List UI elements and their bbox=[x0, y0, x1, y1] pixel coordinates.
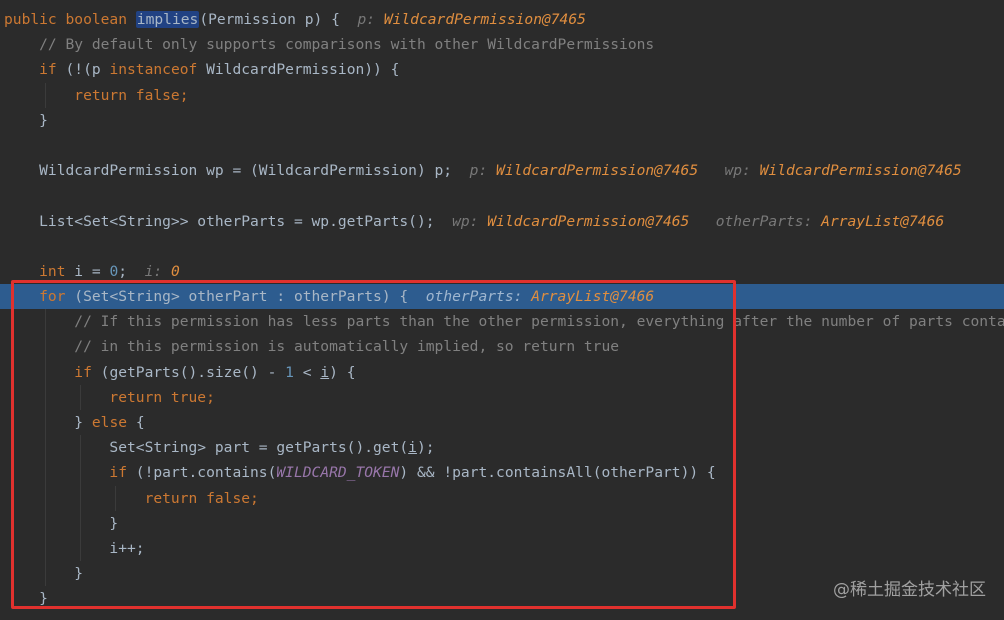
inline-hint-label: wp: bbox=[698, 162, 760, 180]
indent-guide bbox=[80, 485, 81, 511]
inline-hint-value: 0 bbox=[170, 262, 180, 280]
code-token: ) && !part.containsAll(otherPart)) { bbox=[399, 464, 716, 482]
code-token: (!(p bbox=[65, 61, 110, 79]
code-line[interactable]: } bbox=[0, 510, 1004, 536]
code-line[interactable]: // By default only supports comparisons … bbox=[0, 32, 1004, 57]
indent-guide bbox=[115, 485, 116, 511]
code-token: { bbox=[135, 414, 145, 431]
code-token: < bbox=[293, 363, 321, 381]
code-token: (Permission p) { bbox=[199, 11, 358, 28]
code-line[interactable]: if (!part.contains(WILDCARD_TOKEN) && !p… bbox=[0, 460, 1004, 486]
code-token: i bbox=[320, 363, 330, 381]
inline-hint-value: ArrayList@7466 bbox=[531, 288, 655, 306]
code-token: (!part.contains( bbox=[135, 464, 277, 482]
code-line[interactable]: return true; bbox=[0, 384, 1004, 410]
indent-guide bbox=[45, 334, 46, 360]
code-token: } bbox=[4, 111, 48, 129]
code-line[interactable]: if (getParts().size() - 1 < i) { bbox=[0, 359, 1004, 385]
indent-guide bbox=[80, 460, 81, 486]
indent-guide bbox=[45, 435, 46, 461]
code-token: ; bbox=[118, 262, 145, 280]
code-token: return true; bbox=[4, 388, 215, 406]
code-line[interactable]: return false; bbox=[0, 82, 1004, 108]
code-line[interactable]: if (!(p instanceof WildcardPermission)) … bbox=[0, 57, 1004, 82]
watermark: @稀土掘金技术社区 bbox=[833, 580, 986, 600]
code-line[interactable]: public boolean implies(Permission p) { p… bbox=[0, 7, 1004, 32]
inline-hint-value: WildcardPermission@7465 bbox=[487, 212, 690, 230]
code-token: (getParts().size() - bbox=[100, 363, 286, 381]
inline-hint-label: otherParts: bbox=[425, 288, 532, 306]
code-token: public boolean bbox=[4, 11, 136, 28]
code-token: WildcardPermission)) { bbox=[206, 61, 400, 79]
code-line[interactable]: List<Set<String>> otherParts = wp.getPar… bbox=[0, 209, 1004, 234]
indent-guide bbox=[80, 384, 81, 410]
inline-hint-value: ArrayList@7466 bbox=[821, 212, 945, 230]
code-token: instanceof bbox=[109, 61, 207, 79]
code-token: 1 bbox=[285, 363, 294, 381]
indent-guide bbox=[45, 561, 46, 587]
inline-hint-value: WildcardPermission@7465 bbox=[496, 162, 699, 180]
inline-hint-label: p: bbox=[357, 11, 384, 28]
inline-hint-value: WildcardPermission@7465 bbox=[383, 11, 586, 28]
code-token: (Set<String> otherPart : otherParts) { bbox=[74, 288, 426, 306]
inline-hint-value: WildcardPermission@7465 bbox=[759, 162, 962, 180]
code-token: } bbox=[4, 565, 84, 583]
code-token: implies bbox=[135, 11, 200, 28]
code-editor[interactable]: public boolean implies(Permission p) { p… bbox=[0, 7, 1004, 612]
code-line[interactable]: // in this permission is automatically i… bbox=[0, 334, 1004, 360]
code-line[interactable]: i++; bbox=[0, 535, 1004, 562]
code-token: ); bbox=[416, 439, 435, 457]
code-line[interactable]: WildcardPermission wp = (WildcardPermiss… bbox=[0, 158, 1004, 183]
indent-guide bbox=[45, 82, 46, 108]
indent-guide bbox=[45, 460, 46, 486]
code-token: } bbox=[4, 414, 92, 431]
code-token: for bbox=[4, 288, 75, 306]
inline-hint-label: p: bbox=[469, 162, 497, 180]
code-line-current[interactable]: for (Set<String> otherPart : otherParts)… bbox=[0, 284, 1004, 310]
inline-hint-label: wp: bbox=[452, 212, 488, 230]
inline-hint-label: otherParts: bbox=[689, 212, 822, 230]
code-token: else bbox=[91, 414, 136, 431]
code-token: if bbox=[4, 363, 101, 381]
code-line[interactable]: return false; bbox=[0, 485, 1004, 511]
code-token: // By default only supports comparisons … bbox=[4, 36, 655, 54]
code-token: WILDCARD_TOKEN bbox=[276, 464, 400, 482]
code-token: return false; bbox=[4, 489, 259, 507]
code-token: // If this permission has less parts tha… bbox=[4, 313, 1004, 331]
code-token: ) { bbox=[329, 363, 356, 381]
code-token: if bbox=[4, 464, 136, 482]
code-token: int bbox=[4, 262, 75, 280]
indent-guide bbox=[45, 384, 46, 410]
indent-guide bbox=[45, 485, 46, 511]
code-line[interactable]: } else { bbox=[0, 410, 1004, 436]
code-token: List<Set<String>> otherParts = wp.getPar… bbox=[4, 212, 453, 230]
code-token: return false; bbox=[4, 86, 189, 104]
code-token: i = bbox=[74, 262, 110, 280]
code-token: WildcardPermission wp = (WildcardPermiss… bbox=[4, 162, 470, 180]
code-line[interactable] bbox=[0, 234, 1004, 259]
code-line[interactable] bbox=[0, 183, 1004, 208]
code-token: 0 bbox=[109, 262, 119, 280]
code-token: } bbox=[4, 590, 48, 608]
indent-guide bbox=[45, 359, 46, 385]
indent-guide bbox=[80, 435, 81, 461]
code-token: i++; bbox=[4, 539, 145, 557]
code-line[interactable]: // If this permission has less parts tha… bbox=[0, 309, 1004, 335]
code-line[interactable]: Set<String> part = getParts().get(i); bbox=[0, 435, 1004, 461]
indent-guide bbox=[80, 510, 81, 536]
code-line[interactable]: } bbox=[0, 108, 1004, 133]
indent-guide bbox=[45, 535, 46, 562]
code-token: } bbox=[4, 514, 119, 532]
inline-hint-label: i: bbox=[144, 262, 171, 280]
code-line[interactable] bbox=[0, 133, 1004, 158]
indent-guide bbox=[45, 309, 46, 335]
code-token: i bbox=[408, 439, 417, 457]
code-token: if bbox=[4, 61, 66, 79]
indent-guide bbox=[80, 535, 81, 562]
indent-guide bbox=[45, 410, 46, 436]
code-token: Set<String> part = getParts().get( bbox=[4, 439, 409, 457]
code-token: // in this permission is automatically i… bbox=[4, 338, 620, 356]
code-line[interactable]: int i = 0; i: 0 bbox=[0, 259, 1004, 284]
indent-guide bbox=[45, 510, 46, 536]
